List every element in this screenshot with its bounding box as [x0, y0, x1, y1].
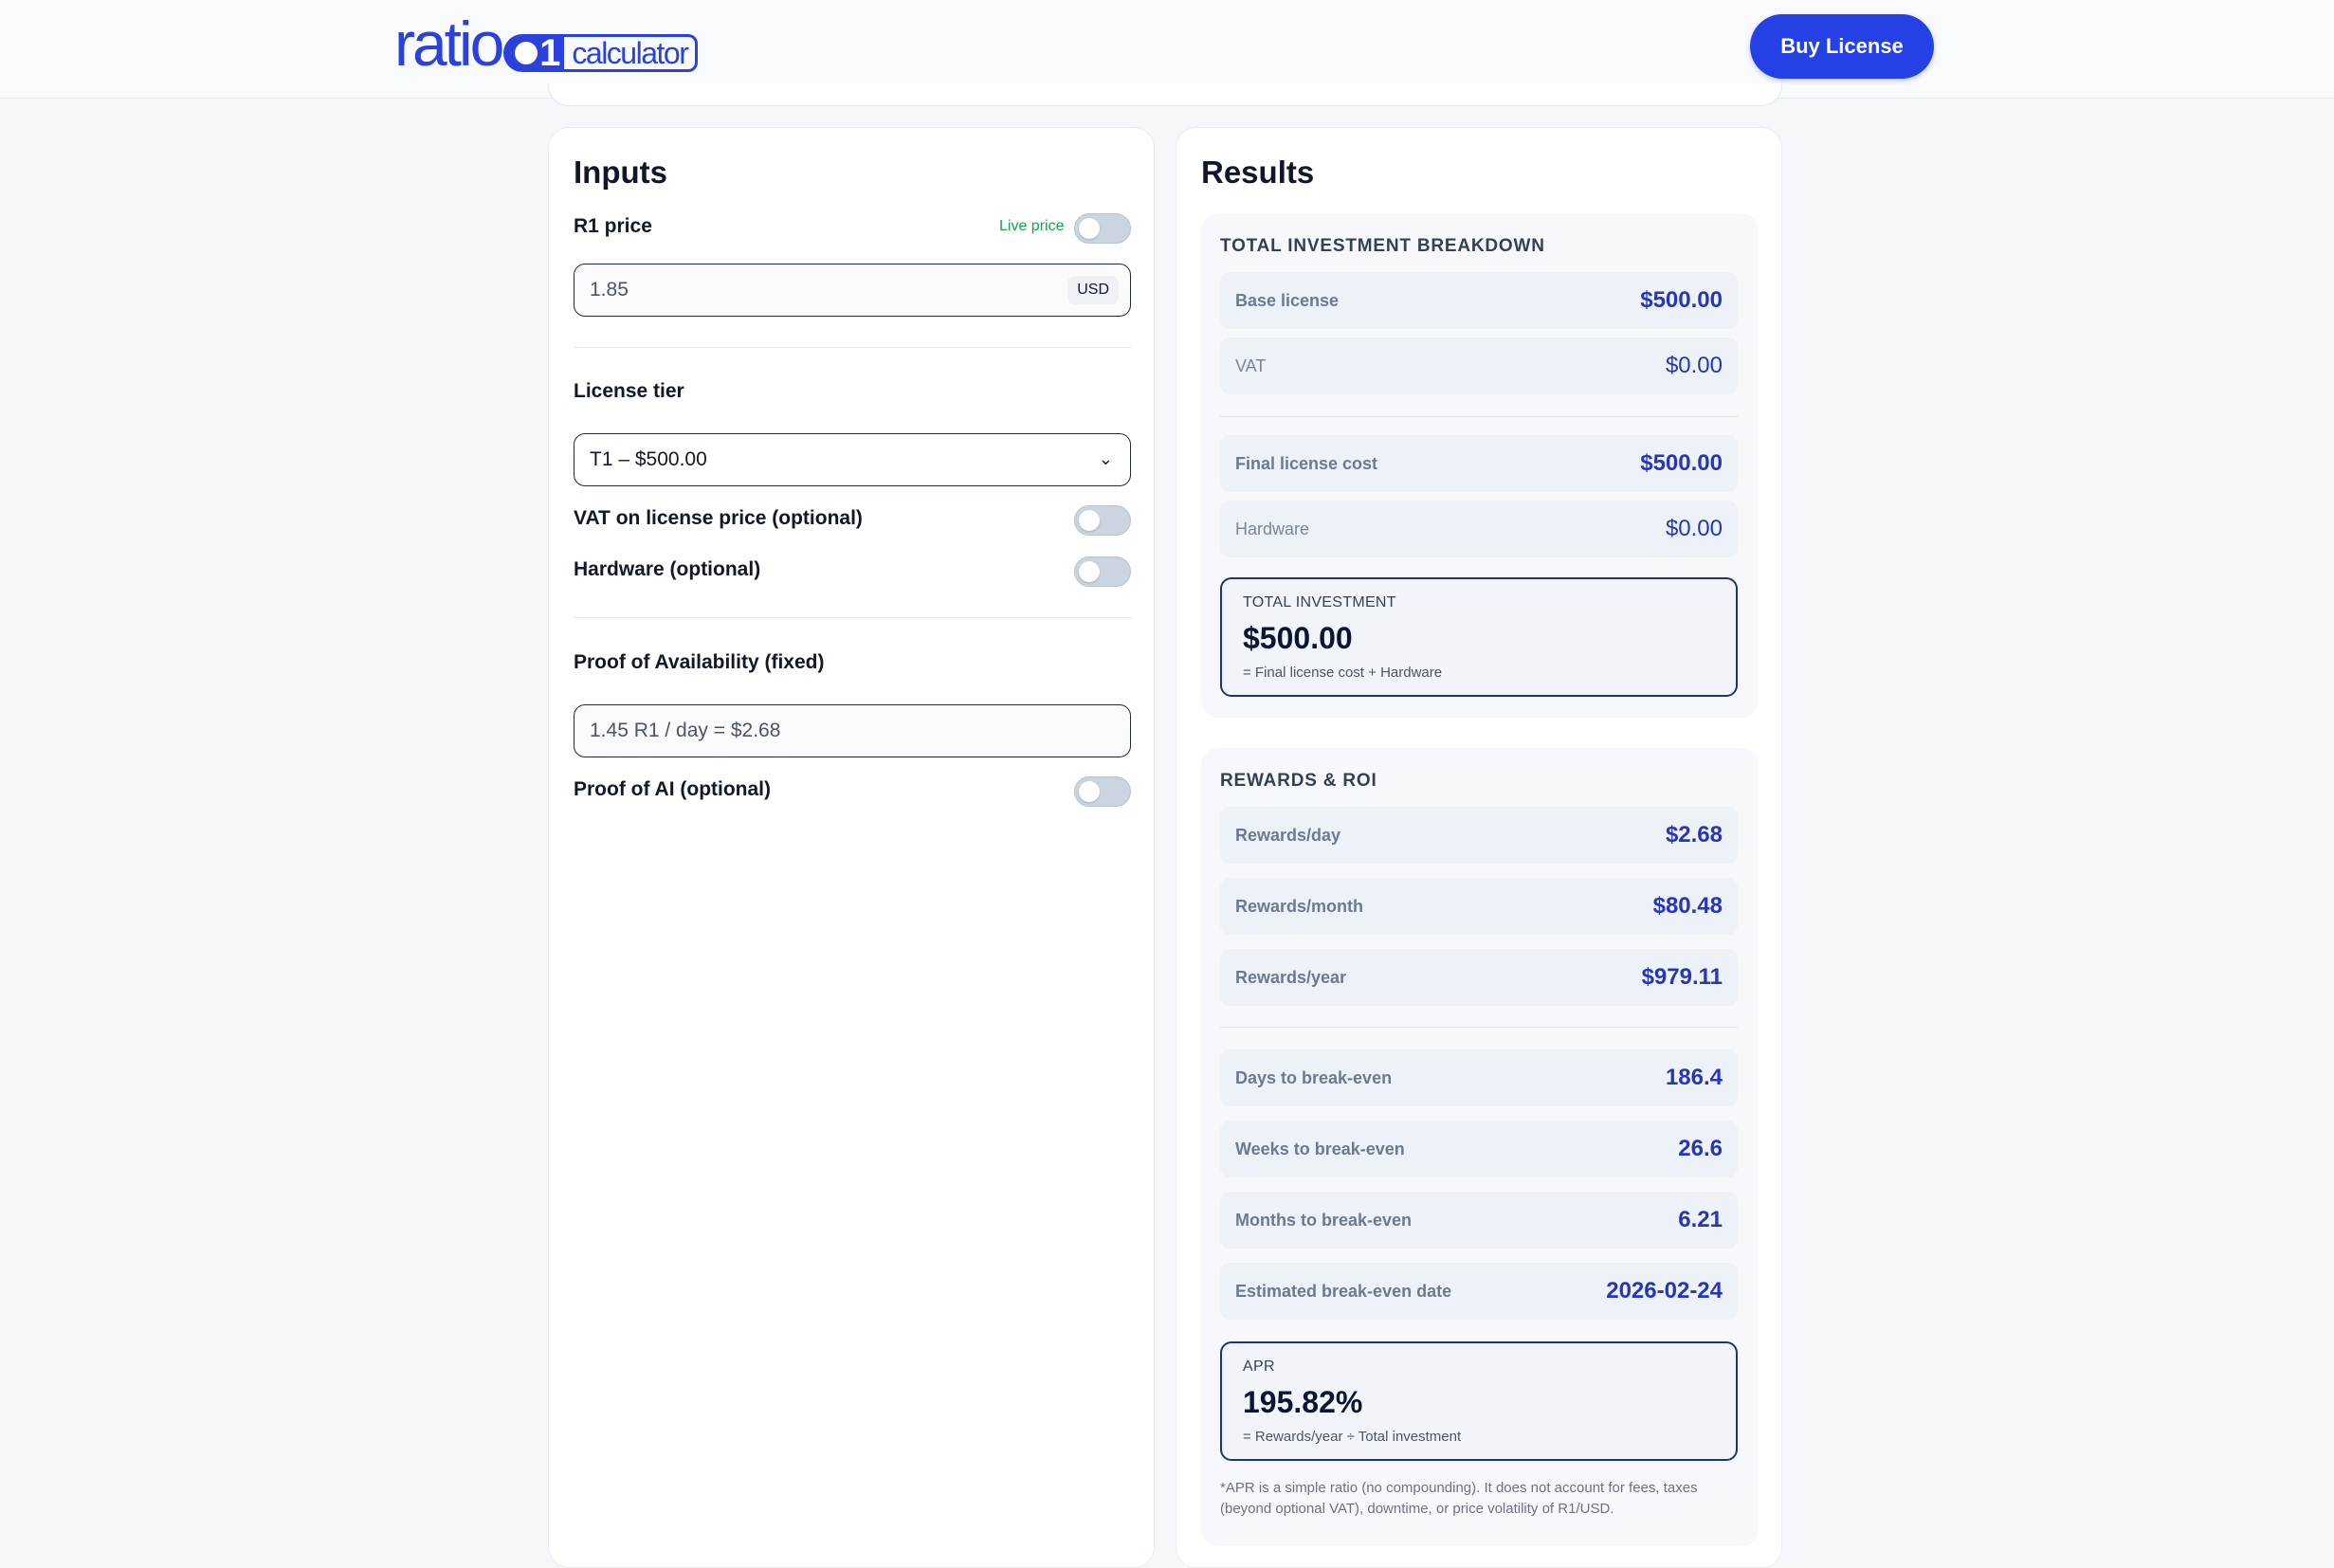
investment-breakdown-section: TOTAL INVESTMENT BREAKDOWN Base license … — [1201, 213, 1759, 718]
row-label: Months to break-even — [1235, 1211, 1413, 1230]
row-label: Days to break-even — [1235, 1068, 1393, 1087]
currency-unit-badge: USD — [1067, 276, 1119, 304]
rewards-section-title: REWARDS & ROI — [1220, 771, 1377, 791]
previous-card-edge — [548, 83, 1782, 106]
row-value: $500.00 — [1640, 450, 1723, 476]
row-label: Base license — [1235, 291, 1340, 310]
poa-value: 1.45 R1 / day = $2.68 — [590, 720, 781, 741]
results-title: Results — [1201, 155, 1315, 190]
total-investment-caption: TOTAL INVESTMENT — [1243, 594, 1396, 611]
rewards-month-row: Rewards/month $80.48 — [1220, 878, 1738, 935]
apr-card: APR 195.82% = Rewards/year ÷ Total inves… — [1220, 1341, 1738, 1461]
r1-price-value: 1.85 — [590, 279, 629, 301]
vat-row: VAT $0.00 — [1220, 337, 1738, 394]
divider — [1220, 416, 1738, 417]
row-label: Final license cost — [1235, 454, 1378, 473]
r1-price-input[interactable]: 1.85 USD — [574, 264, 1131, 317]
row-label: Rewards/year — [1235, 968, 1347, 987]
live-price-label: Live price — [999, 218, 1065, 234]
row-value: $80.48 — [1652, 893, 1723, 919]
poai-label: Proof of AI (optional) — [574, 778, 772, 800]
divider — [574, 617, 1131, 618]
poai-toggle[interactable] — [1074, 776, 1131, 807]
chevron-down-icon: ⌄ — [1098, 449, 1113, 468]
license-tier-label: License tier — [574, 380, 684, 402]
logo-one-badge: 1 — [503, 32, 565, 74]
row-value: 6.21 — [1678, 1207, 1723, 1232]
row-value: $979.11 — [1641, 964, 1723, 990]
row-label: Weeks to break-even — [1235, 1140, 1405, 1158]
license-tier-selected: T1 – $500.00 — [590, 448, 707, 470]
row-value: 2026-02-24 — [1606, 1278, 1723, 1304]
divider — [1220, 1027, 1738, 1028]
rewards-day-row: Rewards/day $2.68 — [1220, 807, 1738, 864]
results-panel: Results TOTAL INVESTMENT BREAKDOWN Base … — [1176, 127, 1782, 1568]
row-value: $0.00 — [1665, 516, 1723, 541]
logo-dot-icon — [515, 42, 538, 64]
apr-caption: APR — [1243, 1358, 1275, 1375]
logo-wordmark-calculator: calculator — [564, 34, 699, 72]
months-break-even-row: Months to break-even 6.21 — [1220, 1192, 1738, 1249]
hardware-toggle[interactable] — [1074, 556, 1131, 587]
vat-toggle[interactable] — [1074, 505, 1131, 536]
final-license-cost-row: Final license cost $500.00 — [1220, 435, 1738, 492]
apr-formula: = Rewards/year ÷ Total investment — [1243, 1429, 1462, 1445]
r1-price-label: R1 price — [574, 215, 652, 237]
rewards-roi-section: REWARDS & ROI Rewards/day $2.68 Rewards/… — [1201, 748, 1759, 1546]
hardware-row: Hardware $0.00 — [1220, 501, 1738, 557]
apr-footnote: *APR is a simple ratio (no compounding).… — [1220, 1480, 1698, 1517]
total-investment-value: $500.00 — [1243, 621, 1353, 655]
license-tier-select[interactable]: T1 – $500.00 ⌄ — [574, 433, 1131, 486]
row-value: $2.68 — [1665, 822, 1723, 848]
row-label: Rewards/day — [1235, 826, 1341, 845]
total-investment-formula: = Final license cost + Hardware — [1243, 665, 1443, 681]
base-license-row: Base license $500.00 — [1220, 272, 1738, 329]
logo-one-digit: 1 — [539, 32, 561, 74]
inputs-title: Inputs — [574, 155, 667, 190]
row-value: $0.00 — [1665, 353, 1723, 378]
days-break-even-row: Days to break-even 186.4 — [1220, 1049, 1738, 1106]
total-investment-card: TOTAL INVESTMENT $500.00 = Final license… — [1220, 577, 1738, 697]
vat-label: VAT on license price (optional) — [574, 507, 863, 529]
row-value: 26.6 — [1678, 1136, 1723, 1161]
apr-value: 195.82% — [1243, 1385, 1363, 1419]
row-value: 186.4 — [1665, 1065, 1723, 1090]
row-label: Estimated break-even date — [1235, 1282, 1452, 1301]
break-even-date-row: Estimated break-even date 2026-02-24 — [1220, 1263, 1738, 1320]
weeks-break-even-row: Weeks to break-even 26.6 — [1220, 1121, 1738, 1177]
rewards-year-row: Rewards/year $979.11 — [1220, 949, 1738, 1006]
investment-section-title: TOTAL INVESTMENT BREAKDOWN — [1220, 236, 1545, 256]
row-value: $500.00 — [1640, 287, 1723, 313]
logo-wordmark-ratio: ratio — [394, 9, 504, 79]
divider — [574, 347, 1131, 348]
row-label: VAT — [1235, 356, 1267, 375]
hardware-label: Hardware (optional) — [574, 558, 761, 580]
row-label: Hardware — [1235, 520, 1310, 538]
live-price-toggle[interactable] — [1074, 213, 1131, 244]
inputs-panel: Inputs R1 price Live price 1.85 USD Lice… — [548, 127, 1155, 1568]
buy-license-button[interactable]: Buy License — [1750, 14, 1934, 79]
row-label: Rewards/month — [1235, 897, 1364, 916]
poa-readonly-field: 1.45 R1 / day = $2.68 — [574, 704, 1131, 757]
poa-label: Proof of Availability (fixed) — [574, 651, 825, 673]
ratio1-calculator-logo[interactable]: ratio 1 calculator — [394, 12, 699, 78]
